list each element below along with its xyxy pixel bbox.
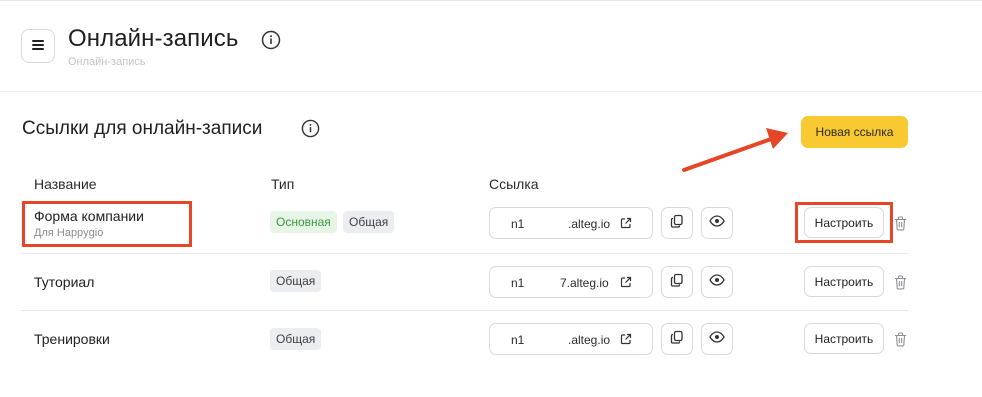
trash-icon[interactable] bbox=[892, 331, 908, 347]
copy-icon bbox=[670, 214, 684, 233]
type-badge-common: Общая bbox=[270, 270, 322, 292]
type-badge-common: Общая bbox=[270, 328, 322, 350]
copy-link-button[interactable] bbox=[661, 207, 693, 239]
breadcrumb[interactable]: Онлайн-запись bbox=[68, 56, 146, 68]
preview-button[interactable] bbox=[701, 266, 733, 298]
info-icon[interactable] bbox=[261, 30, 281, 50]
annotation-arrow bbox=[676, 120, 796, 180]
column-header-link: Ссылка bbox=[489, 176, 539, 192]
row-divider bbox=[21, 253, 908, 254]
menu-button[interactable] bbox=[21, 29, 55, 63]
column-header-name: Название bbox=[34, 176, 97, 192]
external-link-icon[interactable] bbox=[620, 217, 632, 232]
preview-button[interactable] bbox=[701, 323, 733, 355]
link-prefix: n1 bbox=[511, 217, 525, 231]
link-suffix: .alteg.io bbox=[568, 217, 611, 231]
annotation-highlight-configure bbox=[795, 202, 893, 243]
external-link-icon[interactable] bbox=[620, 276, 632, 291]
copy-icon bbox=[670, 273, 684, 292]
trash-icon[interactable] bbox=[892, 274, 908, 290]
section-info-icon[interactable] bbox=[301, 119, 320, 138]
trash-icon[interactable] bbox=[892, 215, 908, 231]
copy-link-button[interactable] bbox=[661, 323, 693, 355]
link-prefix: n1 bbox=[511, 276, 525, 290]
link-field[interactable]: n1 .alteg.io bbox=[489, 207, 653, 239]
link-suffix: .alteg.io bbox=[568, 333, 611, 347]
new-link-button[interactable]: Новая ссылка bbox=[801, 116, 908, 148]
copy-link-button[interactable] bbox=[661, 266, 693, 298]
eye-icon bbox=[709, 330, 725, 348]
row-name[interactable]: Тренировки bbox=[34, 331, 110, 347]
configure-button[interactable]: Настроить bbox=[804, 266, 884, 297]
link-prefix: n1 bbox=[511, 333, 525, 347]
type-badge-common: Общая bbox=[343, 211, 395, 233]
link-suffix: 7.alteg.io bbox=[560, 276, 609, 290]
section-title: Ссылки для онлайн-записи bbox=[22, 118, 263, 139]
external-link-icon[interactable] bbox=[620, 333, 632, 348]
page-header: Онлайн-запись Онлайн-запись bbox=[0, 0, 982, 92]
link-field[interactable]: n1 .alteg.io bbox=[489, 323, 653, 355]
page-title: Онлайн-запись bbox=[68, 25, 239, 52]
link-field[interactable]: n1 7.alteg.io bbox=[489, 266, 653, 298]
row-divider bbox=[21, 310, 908, 311]
configure-button[interactable]: Настроить bbox=[804, 323, 884, 354]
preview-button[interactable] bbox=[701, 207, 733, 239]
eye-icon bbox=[709, 273, 725, 291]
row-name[interactable]: Туториал bbox=[34, 274, 94, 290]
column-header-type: Тип bbox=[271, 176, 295, 192]
eye-icon bbox=[709, 214, 725, 232]
annotation-highlight-name bbox=[22, 201, 192, 247]
hamburger-icon bbox=[32, 37, 44, 55]
type-badge-main: Основная bbox=[270, 211, 337, 233]
copy-icon bbox=[670, 330, 684, 349]
